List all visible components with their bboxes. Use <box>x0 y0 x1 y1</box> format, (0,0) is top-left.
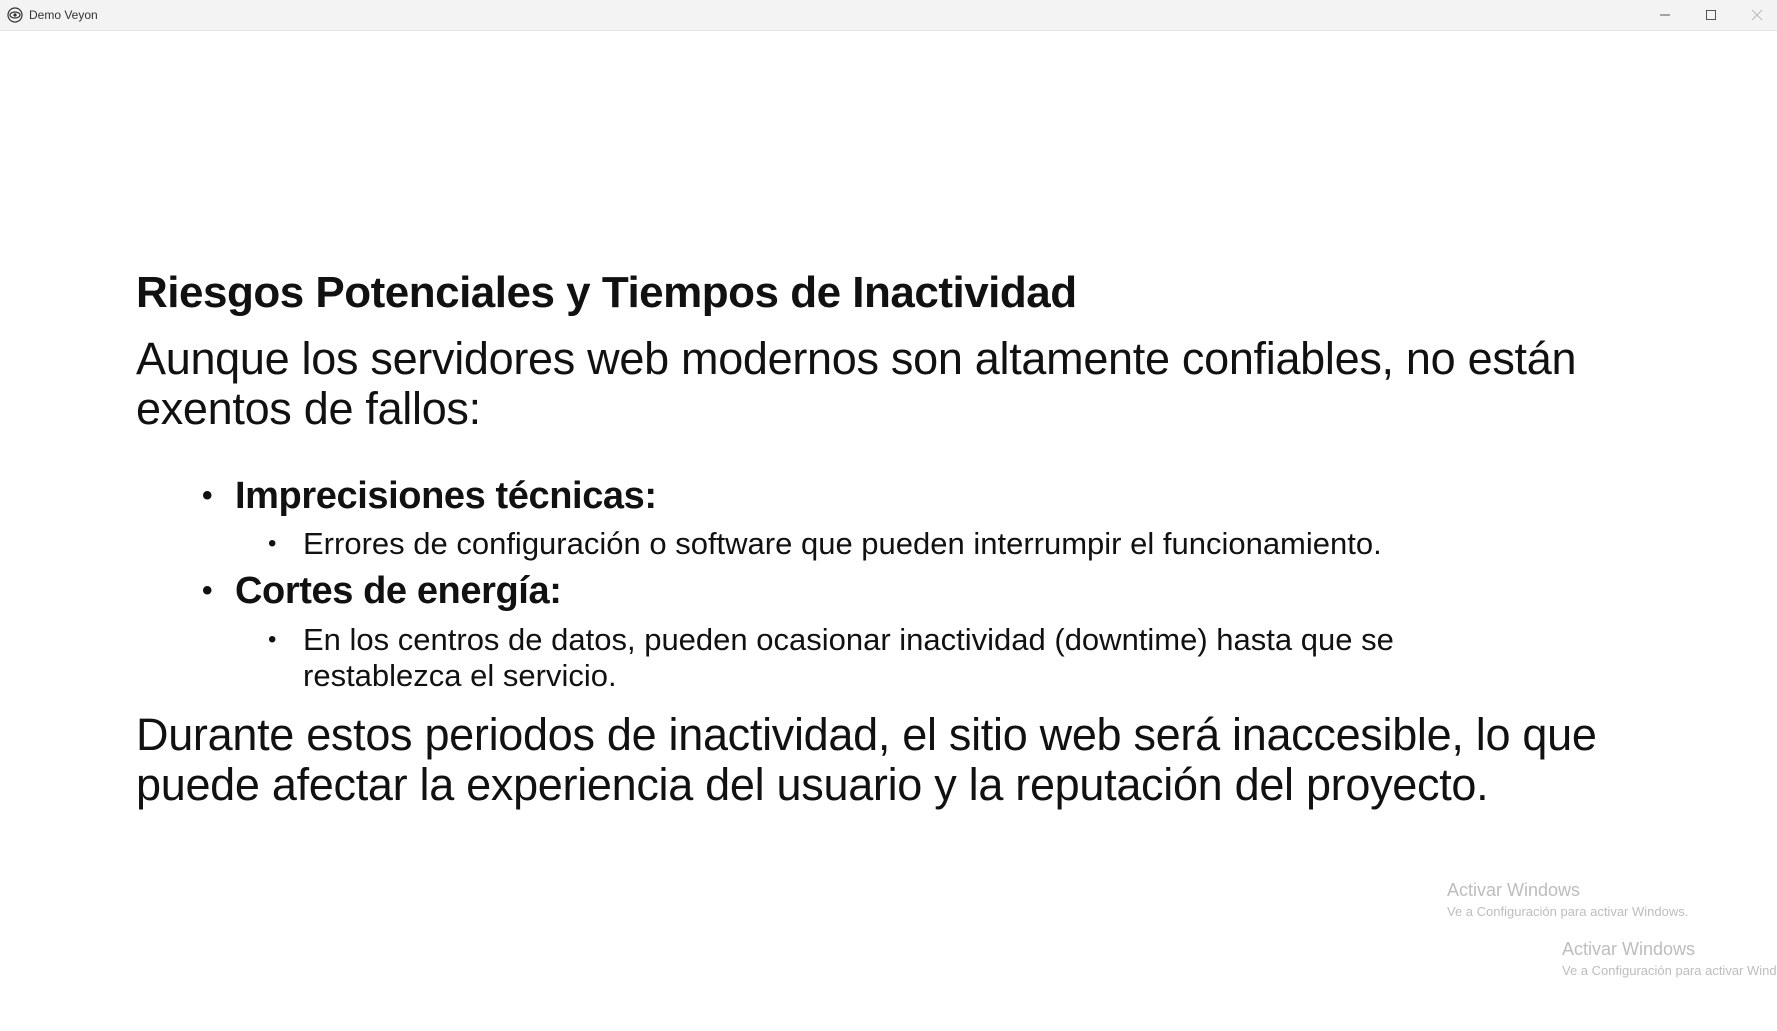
watermark-title: Activar Windows <box>1447 880 1581 900</box>
sub-bullet-text: Errores de configuración o software que … <box>303 526 1382 561</box>
closing-paragraph: Durante estos periodos de inactividad, e… <box>136 709 1597 810</box>
close-button[interactable] <box>1734 0 1777 30</box>
bullet-icon: • <box>202 479 213 512</box>
minimize-button[interactable] <box>1642 0 1688 30</box>
demo-window: Demo Veyon Riesgos Potenciales y Tiempos… <box>0 0 1777 1031</box>
maximize-icon <box>1705 9 1717 21</box>
watermark-subtitle: Ve a Configuración para activar Windows. <box>1562 963 1777 978</box>
watermark-subtitle: Ve a Configuración para activar Windows. <box>1447 904 1689 919</box>
window-title: Demo Veyon <box>29 8 98 22</box>
bullet-label: Imprecisiones técnicas: <box>235 475 657 517</box>
maximize-button[interactable] <box>1688 0 1734 30</box>
title-bar[interactable]: Demo Veyon <box>0 0 1777 31</box>
slide-title: Riesgos Potenciales y Tiempos de Inactiv… <box>136 268 1077 317</box>
sub-bullet-text: En los centros de datos, pueden ocasiona… <box>303 622 1394 693</box>
bullet-icon: • <box>268 626 277 653</box>
activate-windows-watermark: Activar Windows Ve a Configuración para … <box>1447 880 1688 919</box>
bullet-label: Cortes de energía: <box>235 570 562 612</box>
close-icon <box>1751 9 1763 21</box>
bullet-icon: • <box>268 530 277 557</box>
intro-paragraph: Aunque los servidores web modernos son a… <box>136 333 1577 434</box>
watermark-title: Activar Windows <box>1562 939 1696 959</box>
bullet-icon: • <box>202 574 213 607</box>
minimize-icon <box>1659 9 1671 21</box>
veyon-eye-icon <box>7 7 23 23</box>
activate-windows-watermark: Activar Windows Ve a Configuración para … <box>1562 939 1777 978</box>
